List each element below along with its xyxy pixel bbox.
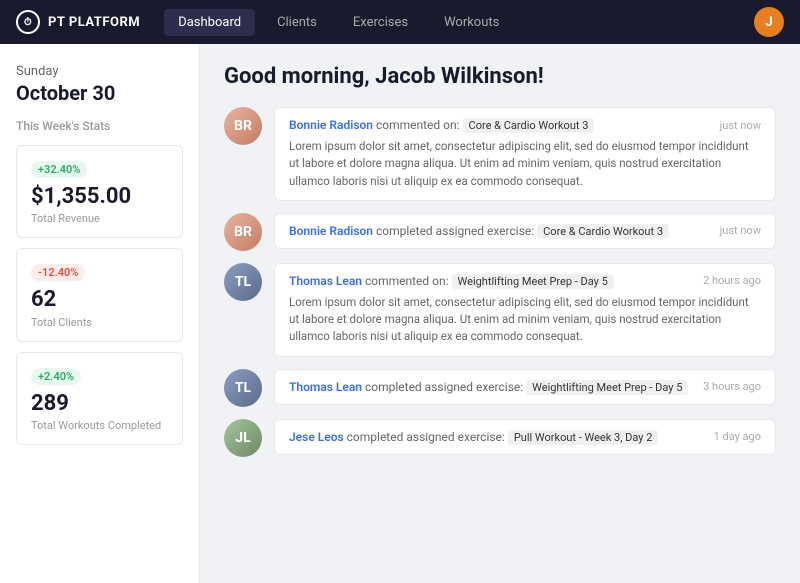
main-content: Good morning, Jacob Wilkinson! BR Bonnie …	[200, 44, 800, 583]
clients-value: 62	[31, 287, 168, 313]
feed-item-2: BR Bonnie Radison completed assigned exer…	[224, 213, 776, 251]
workouts-badge: +2.40%	[31, 368, 81, 385]
revenue-badge: +32.40%	[31, 161, 87, 178]
feed-avatar-2: BR	[224, 213, 262, 251]
feed-body-3: Thomas Lean commented on: Weightlifting …	[274, 263, 776, 357]
feed-name-5: Jese Leos	[289, 430, 344, 444]
feed-meta-1: Bonnie Radison commented on: Core & Card…	[289, 118, 594, 132]
feed-action-1: commented on:	[376, 118, 460, 132]
feed-exercise-4: Weightlifting Meet Prep - Day 5	[526, 380, 688, 395]
stat-card-workouts: +2.40% 289 Total Workouts Completed	[16, 352, 183, 445]
sidebar-date: October 30	[16, 81, 183, 105]
clients-label: Total Clients	[31, 316, 168, 329]
feed-name-1: Bonnie Radison	[289, 118, 373, 132]
main-layout: Sunday October 30 This Week's Stats +32.…	[0, 44, 800, 583]
user-avatar[interactable]: J	[754, 7, 784, 37]
workouts-label: Total Workouts Completed	[31, 419, 168, 432]
feed-header-1: Bonnie Radison commented on: Core & Card…	[289, 118, 761, 132]
feed-action-4: completed assigned exercise:	[365, 380, 523, 394]
feed-time-4: 3 hours ago	[703, 380, 761, 393]
feed-name-3: Thomas Lean	[289, 274, 362, 288]
feed-card-1: Bonnie Radison commented on: Core & Card…	[274, 107, 776, 201]
nav-item-dashboard[interactable]: Dashboard	[164, 9, 255, 36]
feed-text-3: Lorem ipsum dolor sit amet, consectetur …	[289, 294, 761, 346]
feed-item-1: BR Bonnie Radison commented on: Core & Ca…	[224, 107, 776, 201]
feed-exercise-1: Core & Cardio Workout 3	[463, 118, 595, 133]
revenue-value: $1,355.00	[31, 184, 168, 210]
app-logo: ⏱ PT PLATFORM	[16, 10, 140, 34]
feed-header-3: Thomas Lean commented on: Weightlifting …	[289, 274, 761, 288]
sidebar: Sunday October 30 This Week's Stats +32.…	[0, 44, 200, 583]
activity-feed: BR Bonnie Radison commented on: Core & Ca…	[224, 107, 776, 469]
feed-time-1: just now	[720, 119, 761, 132]
nav-item-exercises[interactable]: Exercises	[339, 9, 422, 36]
sidebar-section-title: This Week's Stats	[16, 119, 183, 133]
feed-action-5: completed assigned exercise:	[347, 430, 505, 444]
nav-item-workouts[interactable]: Workouts	[430, 9, 513, 36]
feed-body-5: Jese Leos completed assigned exercise: P…	[274, 419, 776, 455]
feed-meta-5: Jese Leos completed assigned exercise: P…	[289, 430, 658, 444]
workouts-value: 289	[31, 391, 168, 417]
clients-badge: -12.40%	[31, 264, 85, 281]
feed-body-1: Bonnie Radison commented on: Core & Card…	[274, 107, 776, 201]
feed-exercise-3: Weightlifting Meet Prep - Day 5	[452, 274, 614, 289]
feed-avatar-4: TL	[224, 369, 262, 407]
feed-meta-4: Thomas Lean completed assigned exercise:…	[289, 380, 688, 394]
feed-action-3: commented on:	[365, 274, 449, 288]
feed-item-3: TL Thomas Lean commented on: Weightliftin…	[224, 263, 776, 357]
nav-item-clients[interactable]: Clients	[263, 9, 331, 36]
feed-body-2: Bonnie Radison completed assigned exerci…	[274, 213, 776, 249]
feed-avatar-3: TL	[224, 263, 262, 301]
feed-time-3: 2 hours ago	[703, 274, 761, 287]
feed-text-1: Lorem ipsum dolor sit amet, consectetur …	[289, 138, 761, 190]
feed-meta-2: Bonnie Radison completed assigned exerci…	[289, 224, 669, 238]
stat-card-clients: -12.40% 62 Total Clients	[16, 248, 183, 341]
feed-exercise-5: Pull Workout - Week 3, Day 2	[508, 430, 659, 445]
feed-avatar-5: JL	[224, 419, 262, 457]
logo-icon: ⏱	[16, 10, 40, 34]
feed-body-4: Thomas Lean completed assigned exercise:…	[274, 369, 776, 405]
navbar: ⏱ PT PLATFORM Dashboard Clients Exercise…	[0, 0, 800, 44]
feed-simple-4: Thomas Lean completed assigned exercise:…	[274, 369, 776, 405]
feed-name-2: Bonnie Radison	[289, 224, 373, 238]
feed-exercise-2: Core & Cardio Workout 3	[537, 224, 669, 239]
feed-simple-2: Bonnie Radison completed assigned exerci…	[274, 213, 776, 249]
logo-text: PT PLATFORM	[48, 15, 140, 30]
sidebar-day: Sunday	[16, 64, 183, 79]
revenue-label: Total Revenue	[31, 212, 168, 225]
feed-name-4: Thomas Lean	[289, 380, 362, 394]
feed-simple-5: Jese Leos completed assigned exercise: P…	[274, 419, 776, 455]
feed-time-2: just now	[720, 224, 761, 237]
feed-item-5: JL Jese Leos completed assigned exercise:…	[224, 419, 776, 457]
feed-time-5: 1 day ago	[714, 430, 761, 443]
feed-action-2: completed assigned exercise:	[376, 224, 534, 238]
feed-card-3: Thomas Lean commented on: Weightlifting …	[274, 263, 776, 357]
feed-avatar-1: BR	[224, 107, 262, 145]
page-title: Good morning, Jacob Wilkinson!	[224, 64, 776, 89]
feed-item-4: TL Thomas Lean completed assigned exercis…	[224, 369, 776, 407]
stat-card-revenue: +32.40% $1,355.00 Total Revenue	[16, 145, 183, 238]
feed-meta-3: Thomas Lean commented on: Weightlifting …	[289, 274, 614, 288]
